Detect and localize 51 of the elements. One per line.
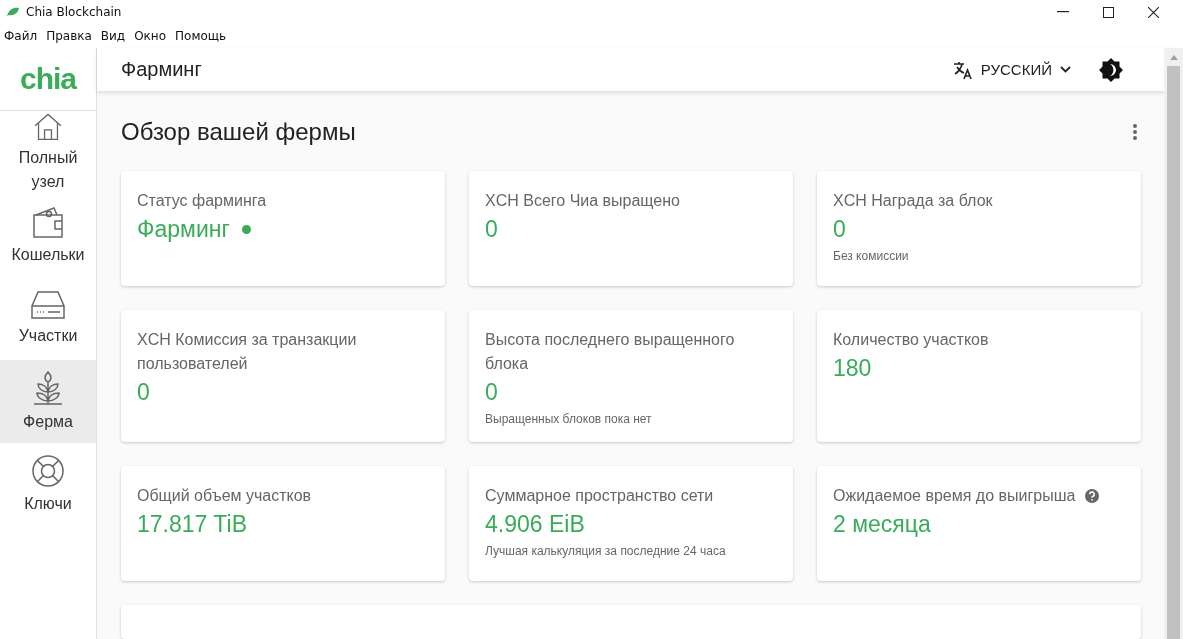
logo: chia [20, 62, 76, 96]
window-title: Chia Blockchain [26, 5, 122, 19]
card-value: 0 [485, 378, 498, 407]
card-value: 0 [137, 378, 150, 407]
menu-item[interactable]: Файл [4, 29, 38, 43]
minimize-icon[interactable] [1057, 11, 1069, 13]
chevron-down-icon [1060, 66, 1071, 73]
card-title: Суммарное пространство сети [485, 486, 714, 506]
card-title: Высота последнего выращенного блока [485, 330, 736, 374]
card-title: XCH Комиссия за транзакции пользователей [137, 330, 358, 374]
more-options-icon[interactable] [1132, 123, 1138, 141]
menu-item[interactable]: Помощь [175, 29, 227, 43]
sidebar-item[interactable]: Участки [0, 277, 96, 360]
card-caption: Без комиссии [833, 249, 910, 263]
card-title: XCH Всего Чиа выращено [485, 191, 680, 211]
translate-icon [952, 59, 973, 80]
card-title: Количество участков [833, 330, 989, 350]
card-value: 0 [833, 215, 846, 244]
card-value: Фарминг [137, 215, 230, 244]
drive-icon [30, 289, 66, 320]
menu-item[interactable]: Вид [100, 29, 126, 43]
section-title: Обзор вашей фермы [121, 118, 356, 146]
language-selector[interactable]: РУССКИЙ [952, 59, 1071, 80]
help-icon[interactable] [1085, 489, 1100, 503]
card-caption: Лучшая калькуляция за последние 24 часа [485, 544, 727, 558]
menu-item[interactable]: Правка [46, 29, 92, 43]
card-title: Общий объем участков [137, 486, 312, 506]
scrollbar[interactable] [1164, 48, 1183, 639]
card-value: 0 [485, 215, 498, 244]
card-value: 2 месяца [833, 510, 931, 539]
close-icon[interactable] [1148, 6, 1159, 18]
card-caption: Выращенных блоков пока нет [485, 412, 653, 426]
card-value: 4.906 EiB [485, 510, 585, 539]
page-title: Фарминг [121, 58, 202, 81]
sidebar-item[interactable]: Ключи [0, 443, 96, 526]
card-value: 180 [833, 354, 872, 383]
leaf-icon [6, 7, 20, 17]
sidebar-item[interactable]: Кошельки [0, 194, 96, 277]
theme-toggle-icon[interactable] [1099, 57, 1123, 82]
menu-item[interactable]: Окно [134, 29, 167, 43]
plant-icon [32, 369, 64, 406]
card-title: Ожидаемое время до выигрыша [833, 486, 1076, 506]
status-dot [241, 224, 251, 234]
card-title: XCH Награда за блок [833, 191, 993, 211]
wallet-icon [32, 204, 64, 239]
maximize-icon[interactable] [1103, 6, 1114, 18]
sidebar-item[interactable]: Полный узел [0, 111, 96, 194]
card-value: 17.817 TiB [137, 510, 247, 539]
lifebuoy-icon [31, 453, 65, 488]
card-title: Статус фарминга [137, 191, 267, 211]
sidebar-item[interactable]: Ферма [0, 360, 96, 443]
